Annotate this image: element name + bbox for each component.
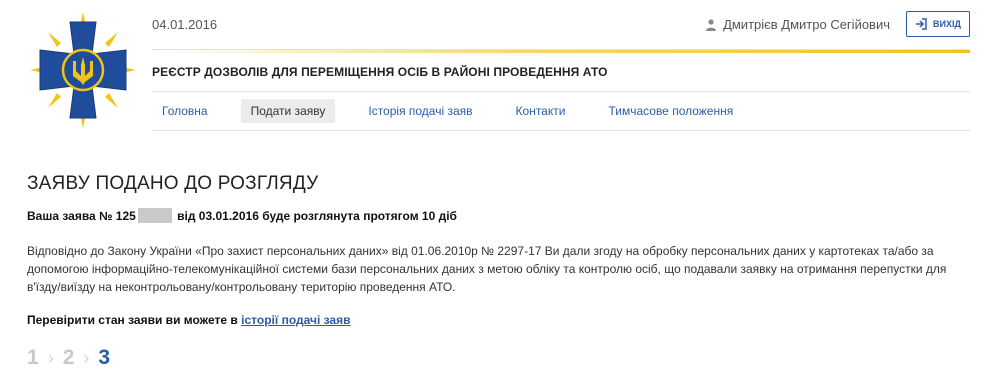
nav-divider-top <box>152 91 970 92</box>
application-status-line: Ваша заява № 125 від 03.01.2016 буде роз… <box>27 208 457 223</box>
chevron-right-icon: › <box>47 347 54 368</box>
step-1: 1 <box>27 346 39 369</box>
nav-item-application-history[interactable]: Історія подачі заяв <box>358 99 482 123</box>
step-indicator: 1 › 2 › 3 <box>27 346 110 370</box>
nav-item-home[interactable]: Головна <box>152 99 218 123</box>
main-nav: Головна Подати заяву Історія подачі заяв… <box>152 98 766 124</box>
step-3-current: 3 <box>98 346 111 369</box>
page-title: ЗАЯВУ ПОДАНО ДО РОЗГЛЯДУ <box>27 173 319 194</box>
check-status-text: Перевірити стан заяви ви можете в <box>27 313 238 327</box>
application-review-text: від 03.01.2016 буде розглянута протягом … <box>177 209 457 223</box>
site-title: РЕЄСТР ДОЗВОЛІВ ДЛЯ ПЕРЕМІЩЕННЯ ОСІБ В Р… <box>152 65 608 79</box>
current-date: 04.01.2016 <box>152 17 218 32</box>
logout-icon <box>916 18 927 30</box>
nav-divider-bottom <box>152 130 970 131</box>
check-status-line: Перевірити стан заяви ви можете в історі… <box>27 313 350 327</box>
user-icon <box>706 18 717 31</box>
application-number-prefix: Ваша заява № 125 <box>27 209 136 223</box>
logout-button[interactable]: ВИХІД <box>906 11 970 37</box>
personal-data-consent-text: Відповідно до Закону України «Про захист… <box>27 244 947 294</box>
nav-item-temporary-regulations[interactable]: Тимчасове положення <box>598 99 743 123</box>
nav-item-submit-application[interactable]: Подати заяву <box>240 99 336 123</box>
user-name: Дмитрієв Дмитро Сегійович <box>723 17 890 32</box>
redacted-number-block <box>137 208 172 223</box>
yellow-accent-stripe <box>152 50 970 53</box>
step-2: 2 <box>62 346 75 369</box>
application-history-link[interactable]: історії подачі заяв <box>241 313 350 327</box>
ssu-emblem-logo <box>30 12 136 128</box>
logout-label: ВИХІД <box>933 19 961 29</box>
user-info: Дмитрієв Дмитро Сегійович <box>706 17 890 32</box>
nav-item-contacts[interactable]: Контакти <box>506 99 576 123</box>
chevron-right-icon: › <box>83 347 90 368</box>
